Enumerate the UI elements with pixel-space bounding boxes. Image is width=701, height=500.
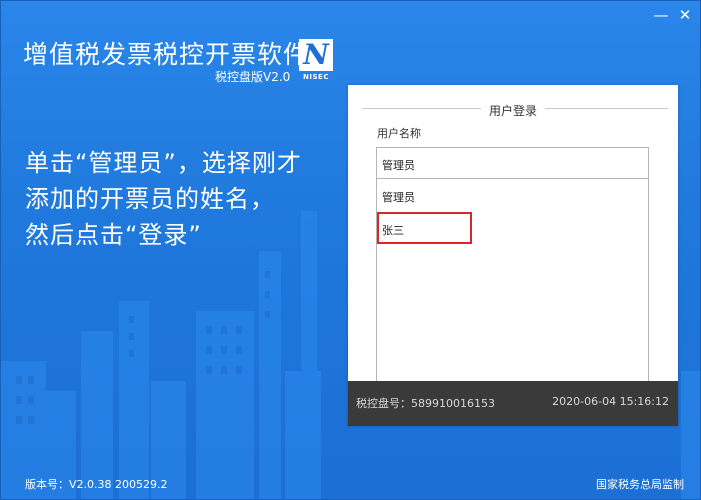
dropdown-option-zhangsan[interactable]: 张三 [377,212,648,244]
username-label: 用户名称 [377,127,421,140]
nisec-logo: N NISEC [299,39,333,83]
login-panel: 用户登录 用户名称 管理员 管理员 张三 税控盘号：589910016153 2… [348,85,678,426]
panel-title: 用户登录 [348,100,678,119]
instruction-line: 然后点击“登录” [25,221,202,249]
app-version: 税控盘版V2.0 [215,70,291,84]
instruction-line: 单击“管理员”，选择刚才 [25,149,302,177]
close-button[interactable]: ✕ [675,7,695,23]
status-bar: 税控盘号：589910016153 2020-06-04 15:16:12 [348,381,678,426]
username-dropdown-list[interactable]: 管理员 张三 [376,179,649,405]
option-label: 张三 [382,224,404,237]
login-window: — ✕ 增值税发票税控开票软件 税控盘版V2.0 N NISEC 单击“管理员”… [0,0,701,500]
disk-number: 税控盘号：589910016153 [356,397,495,410]
dropdown-option-admin[interactable]: 管理员 [377,179,648,211]
status-datetime: 2020-06-04 15:16:12 [552,395,669,408]
panel-title-text: 用户登录 [480,104,545,118]
footer-supervisor: 国家税务总局监制 [596,478,684,491]
app-title: 增值税发票税控开票软件 [23,40,310,69]
option-label: 管理员 [382,191,415,204]
footer-version: 版本号：V2.0.38 200529.2 [25,478,168,491]
username-selected-value: 管理员 [382,159,415,172]
minimize-button[interactable]: — [651,7,671,23]
instruction-text: 单击“管理员”，选择刚才 添加的开票员的姓名， 然后点击“登录” [25,145,345,253]
logo-text: NISEC [303,73,329,81]
username-select[interactable]: 管理员 [376,147,649,179]
instruction-line: 添加的开票员的姓名， [25,185,275,213]
logo-letter: N [299,39,333,71]
